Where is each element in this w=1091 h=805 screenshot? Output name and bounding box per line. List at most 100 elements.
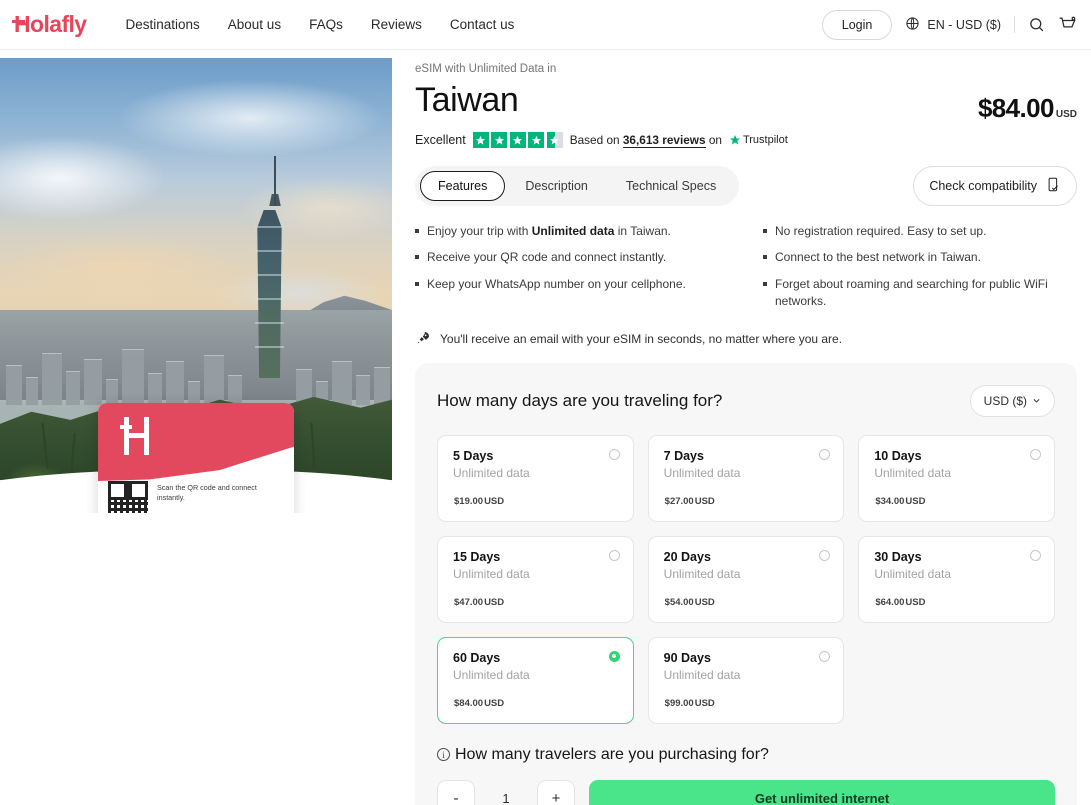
hero-image: Scan the QR code and connect instantly. (0, 58, 392, 513)
tab-description[interactable]: Description (507, 171, 606, 201)
plan-price: $54.00USD (664, 594, 829, 608)
plan-radio[interactable] (608, 549, 620, 561)
nav-item-contact-us[interactable]: Contact us (450, 17, 515, 32)
tower-spire (274, 156, 277, 206)
plan-card-15-days[interactable]: 15 Days Unlimited data $47.00USD (437, 535, 634, 623)
star-icon (509, 132, 526, 148)
tab-features[interactable]: Features (420, 171, 506, 201)
rating-word: Excellent (415, 133, 466, 147)
rating-stars (472, 132, 563, 148)
bullet-icon (415, 281, 419, 286)
bullet-icon (415, 255, 419, 260)
plan-radio-selected[interactable] (608, 650, 620, 662)
plan-price-amount: $64.00 (875, 596, 905, 608)
login-button[interactable]: Login (821, 9, 893, 40)
holafly-logo[interactable]: Holafly (12, 11, 87, 38)
tabs-row: Features Description Technical Specs Che… (415, 166, 1083, 206)
plan-data: Unlimited data (453, 667, 530, 682)
check-compatibility-button[interactable]: Check compatibility (913, 166, 1077, 206)
plan-grid: 5 Days Unlimited data $19.00USD 7 Days U… (437, 434, 1055, 724)
feature-item: Enjoy your trip with Unlimited data in T… (415, 223, 745, 240)
trustpilot-label: Trustpilot (742, 134, 788, 146)
cart-icon[interactable] (1058, 15, 1077, 34)
star-half-icon (546, 132, 563, 148)
plan-days: 60 Days (453, 650, 501, 665)
get-unlimited-internet-button[interactable]: Get unlimited internet (589, 779, 1055, 805)
plan-data: Unlimited data (663, 465, 741, 480)
tab-technical-specs[interactable]: Technical Specs (608, 171, 734, 201)
qr-caption: Scan the QR code and connect instantly. (157, 483, 257, 503)
plan-radio[interactable] (1030, 549, 1041, 561)
plan-card-10-days[interactable]: 10 Days Unlimited data $34.00USD (858, 434, 1055, 522)
nav-item-reviews[interactable]: Reviews (371, 17, 422, 32)
currency-selector[interactable]: USD ($) (969, 384, 1055, 417)
reviews-summary: Based on 36,613 reviews on (569, 133, 722, 148)
plan-price-currency: USD (905, 495, 926, 507)
logo-bar (12, 20, 25, 23)
hero-city-blocks (0, 310, 392, 405)
plan-price-currency: USD (484, 596, 505, 608)
panel-header: How many days are you traveling for? USD… (437, 384, 1055, 417)
plan-price: $19.00USD (453, 493, 618, 507)
locale-label: EN - USD ($) (927, 17, 1001, 32)
pricing-panel: How many days are you traveling for? USD… (415, 362, 1077, 805)
plan-price-currency: USD (905, 596, 926, 608)
plan-price: $34.00USD (874, 493, 1039, 507)
plan-card-7-days[interactable]: 7 Days Unlimited data $27.00USD (647, 434, 845, 522)
qr-code-image (108, 481, 148, 513)
globe-icon (905, 16, 920, 34)
plan-radio[interactable] (819, 650, 831, 662)
plan-card-90-days[interactable]: 90 Days Unlimited data $99.00USD (647, 636, 845, 724)
feature-item: Forget about roaming and searching for p… (763, 276, 1083, 311)
plan-days: 15 Days (453, 549, 501, 564)
plan-card-30-days[interactable]: 30 Days Unlimited data $64.00USD (858, 535, 1055, 623)
page-title: Taiwan (415, 81, 519, 119)
feature-text: Receive your QR code and connect instant… (427, 250, 667, 265)
product-eyebrow: eSIM with Unlimited Data in (415, 63, 557, 75)
star-icon (491, 132, 508, 148)
feature-item: Keep your WhatsApp number on your cellph… (415, 276, 745, 293)
nav-item-destinations[interactable]: Destinations (125, 17, 199, 32)
feature-text: Connect to the best network in Taiwan. (775, 250, 981, 265)
increment-quantity-button[interactable]: + (537, 779, 575, 805)
product-price-currency: USD (1055, 109, 1077, 120)
plan-price-currency: USD (694, 697, 715, 709)
nav-item-faqs[interactable]: FAQs (309, 17, 343, 32)
feature-item: Connect to the best network in Taiwan. (763, 249, 1083, 266)
based-on-label: Based on (569, 133, 620, 147)
plan-price-amount: $54.00 (664, 596, 694, 608)
plan-days: 20 Days (663, 549, 711, 564)
info-icon[interactable]: i (437, 748, 450, 762)
delivery-note-text: You'll receive an email with your eSIM i… (440, 332, 843, 347)
plan-card-60-days[interactable]: 60 Days Unlimited data $84.00USD (437, 636, 634, 724)
product-price-block: $84.00 USD (978, 93, 1077, 124)
plan-radio[interactable] (819, 549, 831, 561)
decrement-quantity-button[interactable]: - (437, 779, 475, 805)
plan-price-amount: $19.00 (454, 495, 484, 507)
plan-radio[interactable] (608, 448, 620, 460)
search-icon[interactable] (1028, 16, 1045, 33)
feature-text: Forget about roaming and searching for p… (775, 276, 1048, 309)
reviews-count-link[interactable]: 36,613 reviews (622, 133, 706, 148)
chevron-down-icon (1032, 394, 1041, 408)
plan-price-amount: $27.00 (664, 495, 694, 507)
feature-text: Enjoy your trip with (427, 224, 532, 238)
trustpilot-logo[interactable]: Trustpilot (729, 134, 788, 146)
holafly-h-icon (120, 417, 160, 455)
plan-card-5-days[interactable]: 5 Days Unlimited data $19.00USD (437, 434, 634, 522)
plan-days: 7 Days (663, 448, 704, 463)
on-label: on (708, 133, 722, 147)
plan-card-20-days[interactable]: 20 Days Unlimited data $54.00USD (647, 535, 845, 623)
plan-radio[interactable] (1030, 448, 1041, 460)
header-actions: Login EN - USD ($) (821, 9, 1077, 40)
plan-price-currency: USD (484, 495, 505, 507)
nav-item-about-us[interactable]: About us (228, 17, 281, 32)
locale-selector[interactable]: EN - USD ($) (905, 16, 1001, 34)
title-price-row: Taiwan $84.00 USD (415, 75, 1083, 124)
plan-data: Unlimited data (874, 465, 952, 480)
plan-price-amount: $34.00 (875, 495, 905, 507)
delivery-note: You'll receive an email with your eSIM i… (415, 330, 1083, 349)
feature-text: Keep your WhatsApp number on your cellph… (427, 276, 686, 291)
panel-title: How many days are you traveling for? (437, 390, 723, 410)
plan-radio[interactable] (819, 448, 831, 460)
